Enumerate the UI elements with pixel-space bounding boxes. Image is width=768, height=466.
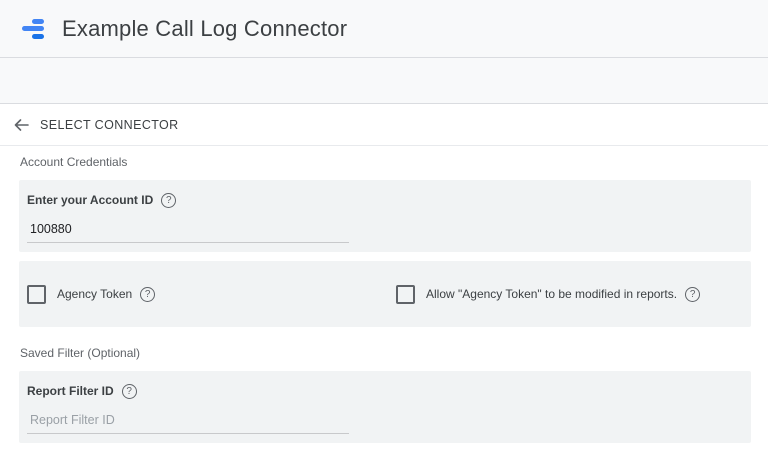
help-circle-icon[interactable]: ? [121, 383, 137, 399]
report-filter-input[interactable] [27, 409, 349, 434]
app-title: Example Call Log Connector [62, 15, 348, 41]
help-circle-icon[interactable]: ? [685, 286, 701, 302]
help-circle-icon[interactable]: ? [140, 286, 156, 302]
agency-token-card: Agency Token ? Allow "Agency Token" to b… [19, 261, 751, 327]
allow-modify-option: Allow "Agency Token" to be modified in r… [396, 284, 701, 304]
account-id-card: Enter your Account ID ? [19, 180, 751, 252]
agency-token-checkbox[interactable] [27, 284, 46, 304]
account-id-label-text: Enter your Account ID [27, 193, 154, 207]
agency-token-label: Agency Token [57, 287, 133, 301]
agency-token-option: Agency Token ? [27, 284, 156, 304]
arrow-left-icon[interactable] [10, 114, 32, 136]
account-id-label: Enter your Account ID ? [27, 192, 743, 208]
report-filter-label: Report Filter ID ? [27, 383, 743, 399]
select-connector-link[interactable]: SELECT CONNECTOR [40, 118, 179, 132]
looker-studio-logo-icon [22, 18, 48, 40]
section-title-saved-filter: Saved Filter (Optional) [20, 346, 141, 360]
report-filter-label-text: Report Filter ID [27, 384, 114, 398]
allow-modify-checkbox[interactable] [396, 284, 415, 304]
section-title-account-credentials: Account Credentials [20, 155, 128, 169]
help-circle-icon[interactable]: ? [161, 192, 177, 208]
allow-modify-label: Allow "Agency Token" to be modified in r… [426, 287, 678, 301]
back-navigation: SELECT CONNECTOR [0, 104, 768, 146]
account-id-input[interactable] [27, 218, 349, 243]
toolbar-area [0, 58, 768, 104]
report-filter-card: Report Filter ID ? [19, 371, 751, 443]
app-header: Example Call Log Connector [0, 0, 768, 58]
